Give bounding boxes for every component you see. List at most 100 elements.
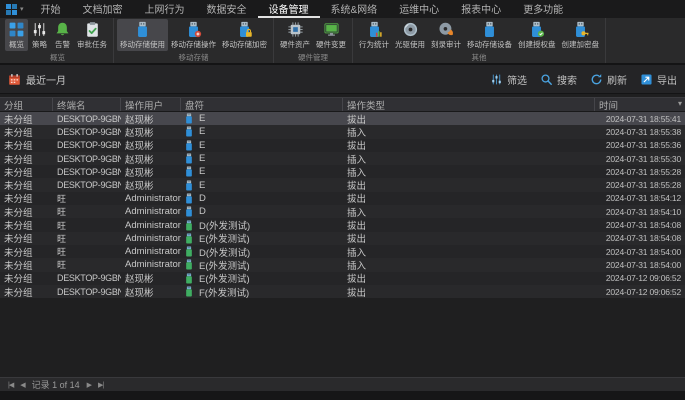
record-count-label: 记录 1 of 14 bbox=[32, 378, 80, 391]
table-row[interactable]: 未分组旺AdministratorD插入2024-07-31 18:54:10 bbox=[0, 205, 685, 218]
cell-time: 2024-07-31 18:54:08 bbox=[595, 232, 685, 245]
list-toolbar: 最近一月 筛选搜索刷新导出 bbox=[0, 65, 685, 94]
ribbon-group: 移动存储使用移动存储操作移动存储加密移动存储 bbox=[114, 18, 274, 63]
ribbon-item[interactable]: 审批任务 bbox=[74, 19, 110, 51]
cell-drive-label: E bbox=[199, 126, 205, 137]
cell-user: 赵现彬 bbox=[121, 165, 181, 178]
ribbon-item[interactable]: 概览 bbox=[5, 19, 28, 51]
toolbar-buttons: 筛选搜索刷新导出 bbox=[490, 72, 677, 87]
cell-group: 未分组 bbox=[0, 152, 53, 165]
menu-tab[interactable]: 报表中心 bbox=[450, 0, 512, 18]
column-header[interactable]: 时间▾ bbox=[595, 98, 685, 111]
usb-key-icon bbox=[572, 21, 589, 38]
nav-next-button[interactable]: ▶ bbox=[87, 381, 91, 389]
ribbon-group-name: 移动存储 bbox=[117, 51, 270, 65]
usb-drive-green-icon bbox=[185, 246, 193, 257]
ribbon-item[interactable]: 移动存储使用 bbox=[117, 19, 168, 51]
cell-group: 未分组 bbox=[0, 139, 53, 152]
nav-prev-button[interactable]: ◀ bbox=[20, 381, 24, 389]
cell-drive: E bbox=[181, 178, 343, 191]
table-row[interactable]: 未分组旺AdministratorD拔出2024-07-31 18:54:12 bbox=[0, 192, 685, 205]
table-row[interactable]: 未分组DESKTOP-9GBNA80赵现彬E(外发测试)拔出2024-07-12… bbox=[0, 272, 685, 285]
ribbon-item[interactable]: 创建授权盘 bbox=[515, 19, 559, 51]
menu-tab[interactable]: 数据安全 bbox=[196, 0, 258, 18]
export-icon bbox=[640, 73, 653, 86]
cell-drive: E(外发测试) bbox=[181, 258, 343, 271]
refresh-button[interactable]: 刷新 bbox=[590, 72, 627, 87]
table-row[interactable]: 未分组旺AdministratorE(外发测试)插入2024-07-31 18:… bbox=[0, 258, 685, 271]
filter-caret-icon[interactable]: ▾ bbox=[678, 99, 682, 108]
ribbon-item[interactable]: 硬件资产 bbox=[277, 19, 313, 51]
table-row[interactable]: 未分组DESKTOP-9GBNA80赵现彬E拔出2024-07-31 18:55… bbox=[0, 112, 685, 125]
column-header[interactable]: 分组 bbox=[0, 98, 53, 111]
table-row[interactable]: 未分组旺AdministratorD(外发测试)拔出2024-07-31 18:… bbox=[0, 218, 685, 231]
filter-button[interactable]: 筛选 bbox=[490, 72, 527, 87]
cell-terminal: DESKTOP-9GBNA80 bbox=[53, 125, 121, 138]
ribbon-item[interactable]: 创建加密盘 bbox=[559, 19, 603, 51]
cell-user: 赵现彬 bbox=[121, 112, 181, 125]
cell-user: 赵现彬 bbox=[121, 285, 181, 298]
nav-last-button[interactable]: ▶| bbox=[98, 381, 103, 389]
ribbon-item[interactable]: 移动存储加密 bbox=[219, 19, 270, 51]
search-button[interactable]: 搜索 bbox=[540, 72, 577, 87]
cell-drive-label: E bbox=[199, 140, 205, 151]
disc-icon bbox=[402, 21, 419, 38]
table-row[interactable]: 未分组DESKTOP-9GBNA80赵现彬E插入2024-07-31 18:55… bbox=[0, 152, 685, 165]
nav-first-button[interactable]: |◀ bbox=[8, 381, 13, 389]
date-range-button[interactable]: 最近一月 bbox=[8, 72, 66, 87]
cell-operation: 拔出 bbox=[343, 178, 595, 191]
menubar: ▾ 开始文档加密上网行为数据安全设备管理系统&网络运维中心报表中心更多功能 bbox=[0, 0, 685, 18]
usb-drive-green-icon bbox=[185, 286, 193, 297]
column-header[interactable]: 终端名 bbox=[53, 98, 121, 111]
ribbon-item[interactable]: 硬件变更 bbox=[313, 19, 349, 51]
menu-tab[interactable]: 更多功能 bbox=[512, 0, 574, 18]
menu-tab[interactable]: 开始 bbox=[30, 0, 72, 18]
ribbon-item[interactable]: 行为统计 bbox=[356, 19, 392, 51]
ribbon-item[interactable]: 移动存储操作 bbox=[168, 19, 219, 51]
usb-drive-blue-icon bbox=[185, 140, 193, 151]
cell-operation: 拔出 bbox=[343, 285, 595, 298]
cell-time: 2024-07-31 18:55:38 bbox=[595, 125, 685, 138]
ribbon-item[interactable]: 光驱使用 bbox=[392, 19, 428, 51]
cell-user: 赵现彬 bbox=[121, 178, 181, 191]
usb-ops-icon bbox=[185, 21, 202, 38]
table-row[interactable]: 未分组旺AdministratorE(外发测试)拔出2024-07-31 18:… bbox=[0, 232, 685, 245]
cell-group: 未分组 bbox=[0, 245, 53, 258]
column-header[interactable]: 盘符 bbox=[181, 98, 343, 111]
cell-user: Administrator bbox=[121, 258, 181, 271]
ribbon: 概览策略告警审批任务概览移动存储使用移动存储操作移动存储加密移动存储硬件资产硬件… bbox=[0, 18, 685, 65]
cell-terminal: 旺 bbox=[53, 218, 121, 231]
ribbon-item[interactable]: 移动存储设备 bbox=[464, 19, 515, 51]
cell-group: 未分组 bbox=[0, 192, 53, 205]
cell-drive: E bbox=[181, 112, 343, 125]
cell-user: 赵现彬 bbox=[121, 152, 181, 165]
table-row[interactable]: 未分组DESKTOP-9GBNA80赵现彬E拔出2024-07-31 18:55… bbox=[0, 178, 685, 191]
column-header[interactable]: 操作类型 bbox=[343, 98, 595, 111]
table-row[interactable]: 未分组DESKTOP-9GBNA80赵现彬E插入2024-07-31 18:55… bbox=[0, 165, 685, 178]
cell-drive-label: D(外发测试) bbox=[199, 245, 250, 258]
ribbon-group-name: 硬件管理 bbox=[277, 51, 349, 65]
menu-tab[interactable]: 上网行为 bbox=[134, 0, 196, 18]
cell-terminal: 旺 bbox=[53, 258, 121, 271]
ribbon-item[interactable]: 告警 bbox=[51, 19, 74, 51]
column-header[interactable]: 操作用户 bbox=[121, 98, 181, 111]
cell-group: 未分组 bbox=[0, 285, 53, 298]
ribbon-item[interactable]: 刻录审计 bbox=[428, 19, 464, 51]
cell-time: 2024-07-31 18:54:10 bbox=[595, 205, 685, 218]
cell-operation: 拔出 bbox=[343, 218, 595, 231]
menu-tab[interactable]: 运维中心 bbox=[388, 0, 450, 18]
table-row[interactable]: 未分组DESKTOP-9GBNA80赵现彬E插入2024-07-31 18:55… bbox=[0, 125, 685, 138]
menu-tab[interactable]: 设备管理 bbox=[258, 0, 320, 18]
table-row[interactable]: 未分组DESKTOP-9GBNA80赵现彬E拔出2024-07-31 18:55… bbox=[0, 139, 685, 152]
monitor-icon bbox=[323, 21, 340, 38]
usb-drive-blue-icon bbox=[185, 126, 193, 137]
cell-operation: 插入 bbox=[343, 165, 595, 178]
app-menu-button[interactable]: ▾ bbox=[4, 0, 30, 18]
menu-tab[interactable]: 文档加密 bbox=[72, 0, 134, 18]
export-button[interactable]: 导出 bbox=[640, 72, 677, 87]
menu-tab[interactable]: 系统&网络 bbox=[320, 0, 389, 18]
window-bottom-strip bbox=[0, 391, 685, 400]
table-row[interactable]: 未分组旺AdministratorD(外发测试)插入2024-07-31 18:… bbox=[0, 245, 685, 258]
ribbon-item[interactable]: 策略 bbox=[28, 19, 51, 51]
table-row[interactable]: 未分组DESKTOP-9GBNA80赵现彬F(外发测试)拔出2024-07-12… bbox=[0, 285, 685, 298]
